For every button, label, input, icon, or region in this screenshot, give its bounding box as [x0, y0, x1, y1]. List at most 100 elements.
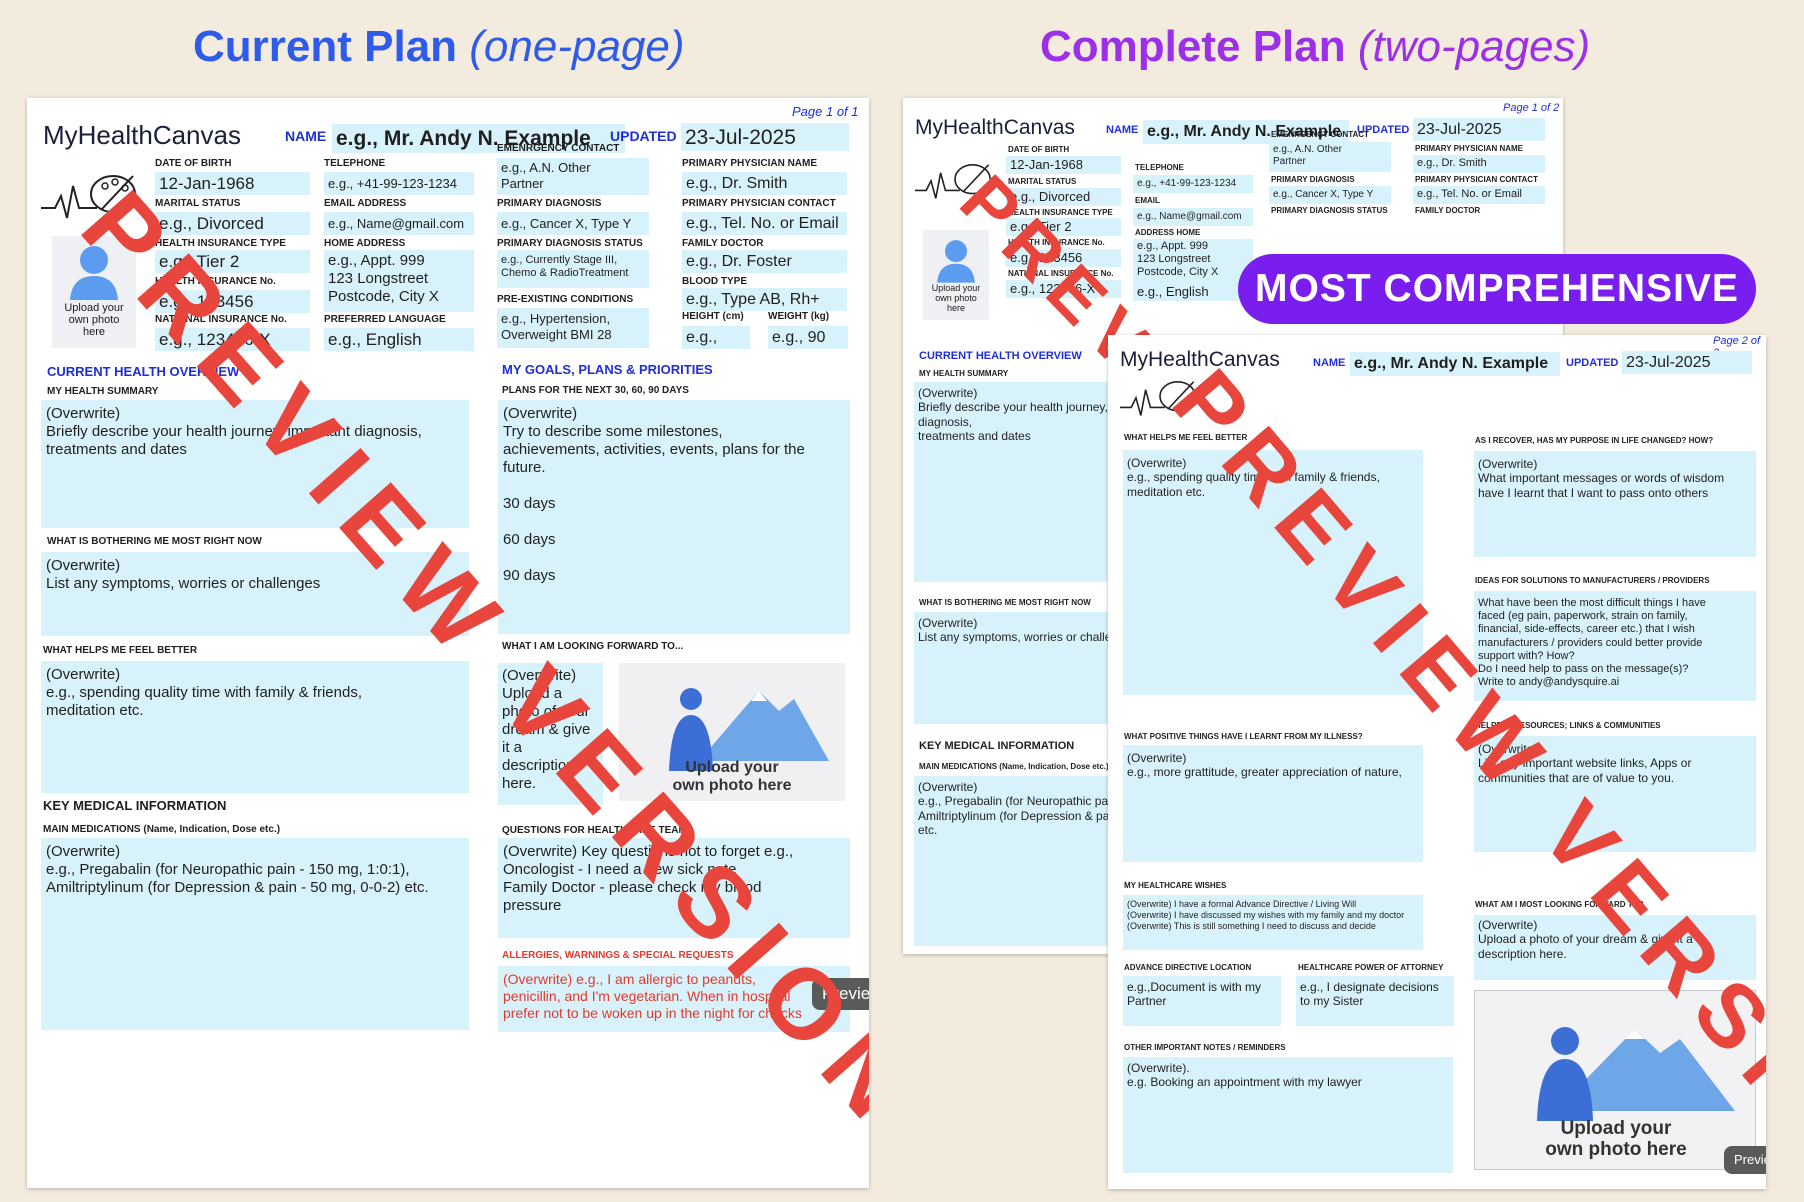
primary-diagnosis-field[interactable]: e.g., Cancer X, Type Y [497, 212, 649, 235]
health-overview-heading: CURRENT HEALTH OVERVIEW [47, 364, 240, 379]
health-summary-field[interactable]: (Overwrite) Briefly describe your health… [41, 400, 469, 528]
language-field[interactable]: e.g., English [324, 328, 474, 351]
email-field[interactable]: e.g., Name@gmail.com [1133, 208, 1253, 226]
emergency-contact-field[interactable]: e.g., A.N. Other Partner [1269, 142, 1391, 172]
blood-type-field[interactable]: e.g., Type AB, Rh+ [682, 288, 847, 311]
physician-contact-label: PRIMARY PHYSICIAN CONTACT [1415, 175, 1538, 184]
emergency-contact-field[interactable]: e.g., A.N. Other Partner [497, 158, 649, 195]
primary-diagnosis-label: PRIMARY DIAGNOSIS [1271, 175, 1355, 184]
purpose-field[interactable]: (Overwrite) What important messages or w… [1474, 451, 1756, 557]
updated-label: UPDATED [610, 128, 677, 144]
profile-photo-upload[interactable]: Upload your own photo here [52, 236, 136, 348]
emergency-contact-label: EMENRGENCY CONTACT [1271, 130, 1369, 139]
other-notes-field[interactable]: (Overwrite). e.g. Booking an appointment… [1123, 1057, 1453, 1173]
complete-plan-page2-sheet: Page 2 of 2 MyHealthCanvas NAME e.g., Mr… [1108, 335, 1766, 1189]
dob-field[interactable]: 12-Jan-1968 [1006, 156, 1121, 174]
name-label: NAME [1313, 357, 1346, 369]
medications-field[interactable]: (Overwrite) e.g., Pregabalin (for Neurop… [41, 838, 469, 1030]
national-insurance-label: NATIONAL INSURANCE No. [155, 314, 287, 325]
questions-field[interactable]: (Overwrite) Key questions not to forget … [498, 838, 850, 938]
ideas-field[interactable]: What have been the most difficult things… [1474, 591, 1756, 701]
healthcare-wishes-field[interactable]: (Overwrite) I have a formal Advance Dire… [1123, 895, 1423, 950]
marital-status-field[interactable]: e.g., Divorced [155, 212, 310, 235]
updated-field[interactable]: 23-Jul-2025 [1622, 351, 1752, 374]
dream-photo-caption: Upload your own photo here [672, 759, 792, 794]
page-number: Page 1 of 1 [792, 104, 859, 119]
preview-button[interactable]: Preview [1724, 1146, 1766, 1174]
physician-name-label: PRIMARY PHYSICIAN NAME [682, 158, 818, 169]
email-label: EMAIL ADDRESS [324, 198, 407, 209]
telephone-label: TELEPHONE [1135, 163, 1184, 172]
marital-status-label: MARITAL STATUS [155, 198, 241, 209]
pre-existing-label: PRE-EXISTING CONDITIONS [497, 294, 634, 305]
complete-plan-heading: Complete Plan (two-pages) [1040, 22, 1590, 72]
profile-photo-upload[interactable]: Upload your own photo here [923, 230, 989, 320]
feel-better-field[interactable]: (Overwrite) e.g., spending quality time … [41, 661, 469, 793]
logo-text: MyHealthCanvas [43, 120, 241, 150]
email-field[interactable]: e.g., Name@gmail.com [324, 212, 474, 235]
heartbeat-palette-icon [915, 164, 991, 199]
key-medical-heading: KEY MEDICAL INFORMATION [919, 740, 1075, 752]
logo-text: MyHealthCanvas [915, 116, 1075, 139]
goals-heading: MY GOALS, PLANS & PRIORITIES [502, 362, 713, 377]
physician-name-field[interactable]: e.g., Dr. Smith [1413, 155, 1545, 173]
dream-photo-caption: Upload your own photo here [1545, 1118, 1687, 1160]
bothering-label: WHAT IS BOTHERING ME MOST RIGHT NOW [919, 598, 1091, 607]
advance-directive-field[interactable]: e.g.,Document is with my Partner [1123, 976, 1281, 1026]
insurance-no-label: HEALTH INSURANCE No. [1008, 238, 1105, 247]
telephone-label: TELEPHONE [324, 158, 386, 169]
height-field[interactable]: e.g., 188 [682, 326, 750, 349]
language-field[interactable]: e.g., English [1133, 283, 1253, 301]
looking-forward-label: WHAT I AM LOOKING FORWARD TO... [502, 641, 684, 652]
resources-field[interactable]: (Overwrite) List any important website l… [1474, 736, 1756, 852]
looking-forward-field[interactable]: (Overwrite) Upload a photo of your dream… [498, 663, 603, 805]
updated-field[interactable]: 23-Jul-2025 [681, 123, 849, 151]
physician-name-field[interactable]: e.g., Dr. Smith [682, 172, 847, 195]
plans-field[interactable]: (Overwrite) Try to describe some milesto… [498, 400, 850, 634]
mountain-person-icon [1537, 1027, 1735, 1121]
telephone-field[interactable]: e.g., +41-99-123-1234 [324, 172, 474, 195]
primary-diagnosis-field[interactable]: e.g., Cancer X, Type Y [1269, 186, 1391, 204]
home-address-field[interactable]: e.g., Appt. 999 123 Longstreet Postcode,… [324, 250, 474, 312]
positive-things-field[interactable]: (Overwrite) e.g., more grattitude, great… [1123, 745, 1423, 862]
family-doctor-label: FAMILY DOCTOR [1415, 206, 1481, 215]
insurance-type-field[interactable]: e.g., Tier 2 [1006, 218, 1121, 236]
physician-name-label: PRIMARY PHYSICIAN NAME [1415, 144, 1524, 153]
diagnosis-status-label: PRIMARY DIAGNOSIS STATUS [1271, 206, 1388, 215]
dream-photo-upload[interactable]: Upload your own photo here [1474, 990, 1756, 1170]
marital-status-field[interactable]: e.g., Divorced [1006, 188, 1121, 206]
health-summary-label: MY HEALTH SUMMARY [919, 369, 1009, 378]
preview-button[interactable]: Preview [812, 978, 869, 1010]
national-insurance-field[interactable]: e.g., 123456-X [155, 328, 310, 351]
dream-photo-upload[interactable]: Upload your own photo here [619, 663, 845, 801]
insurance-type-field[interactable]: e.g., Tier 2 [155, 250, 310, 273]
allergies-field[interactable]: (Overwrite) e.g., I am allergic to peanu… [498, 966, 850, 1032]
allergies-label: ALLERGIES, WARNINGS & SPECIAL REQUESTS [502, 950, 734, 961]
national-insurance-label: NATIONAL INSURANCE No. [1008, 269, 1114, 278]
bothering-field[interactable]: (Overwrite) List any symptoms, worries o… [41, 552, 469, 636]
diagnosis-status-label: PRIMARY DIAGNOSIS STATUS [497, 238, 643, 249]
diagnosis-status-field[interactable]: e.g., Currently Stage III, Chemo & Radio… [497, 250, 649, 288]
updated-label: UPDATED [1566, 357, 1619, 369]
medications-label: MAIN MEDICATIONS (Name, Indication, Dose… [919, 762, 1109, 771]
insurance-no-field[interactable]: e.g., 123456 [155, 290, 310, 313]
advance-directive-label: ADVANCE DIRECTIVE LOCATION [1124, 963, 1252, 972]
telephone-field[interactable]: e.g., +41-99-123-1234 [1133, 175, 1253, 193]
family-doctor-field[interactable]: e.g., Dr. Foster [682, 250, 847, 273]
name-label: NAME [1106, 124, 1139, 136]
power-of-attorney-field[interactable]: e.g., I designate decisions to my Sister [1296, 976, 1454, 1026]
national-insurance-field[interactable]: e.g., 123456-X [1006, 280, 1121, 298]
pre-existing-field[interactable]: e.g., Hypertension, Overweight BMI 28 [497, 308, 649, 348]
physician-contact-field[interactable]: e.g., Tel. No. or Email [1413, 186, 1545, 204]
dob-field[interactable]: 12-Jan-1968 [155, 172, 310, 195]
looking-forward-field[interactable]: (Overwrite) Upload a photo of your dream… [1474, 915, 1756, 980]
name-field[interactable]: e.g., Mr. Andy N. Example [1350, 352, 1560, 376]
home-address-field[interactable]: e.g., Appt. 999 123 Longstreet Postcode,… [1133, 239, 1253, 283]
person-avatar-icon [70, 246, 118, 300]
physician-contact-field[interactable]: e.g., Tel. No. or Email [682, 212, 847, 235]
other-notes-label: OTHER IMPORTANT NOTES / REMINDERS [1124, 1043, 1286, 1052]
weight-field[interactable]: e.g., 90 [768, 326, 848, 349]
updated-field[interactable]: 23-Jul-2025 [1413, 118, 1545, 141]
feel-better-field[interactable]: (Overwrite) e.g., spending quality time … [1123, 450, 1423, 695]
insurance-no-field[interactable]: e.g., 123456 [1006, 249, 1121, 267]
